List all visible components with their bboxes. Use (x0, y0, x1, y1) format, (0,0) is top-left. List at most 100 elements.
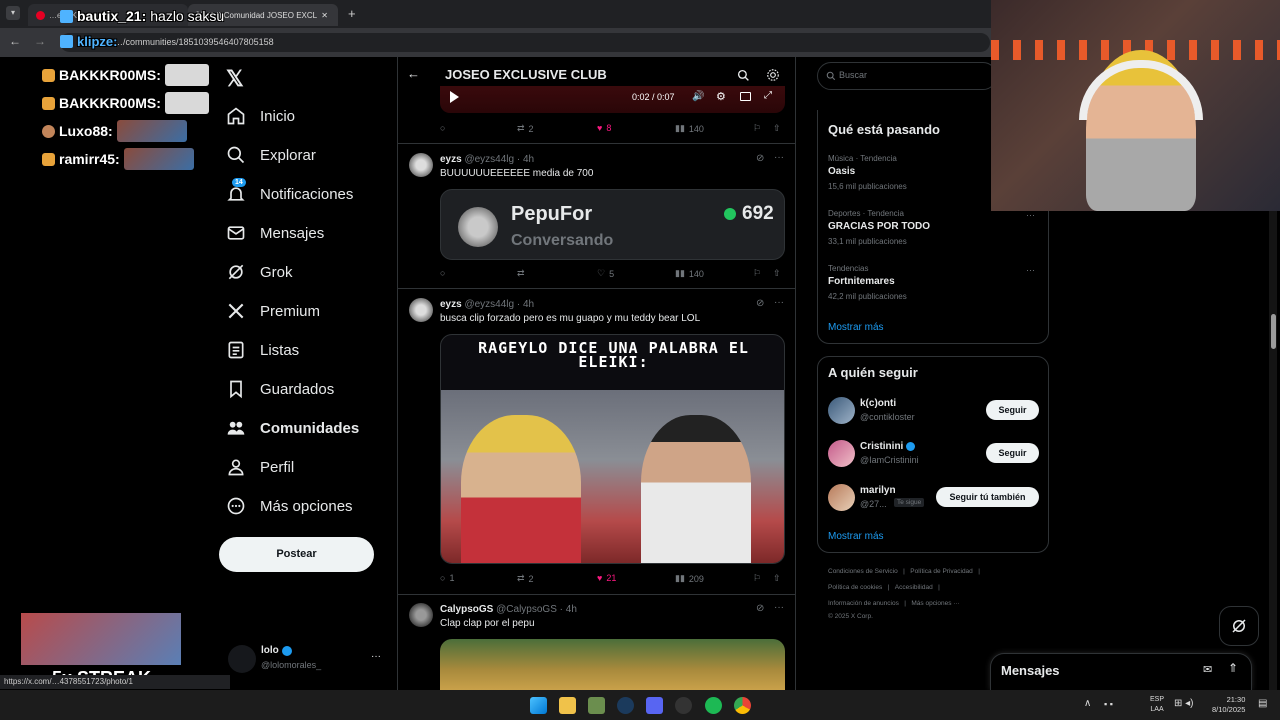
views-action[interactable]: ▮▮ 140 (675, 123, 704, 134)
volume-icon[interactable]: 🔊 (692, 91, 704, 102)
windows-start-icon[interactable] (530, 697, 547, 714)
x-logo-icon[interactable]: 𝕏 (226, 66, 244, 92)
tweet-media-image[interactable] (440, 639, 785, 690)
trend-name[interactable]: Fortnitemares (828, 276, 895, 287)
tweet-author[interactable]: eyzs @eyzs44lg · 4h (440, 154, 534, 165)
app-icon[interactable] (588, 697, 605, 714)
footer-link[interactable]: Más opciones ··· (911, 600, 959, 607)
follow-button[interactable]: Seguir tú también (936, 487, 1039, 507)
footer-link[interactable]: Política de cookies (828, 584, 882, 591)
share-action[interactable]: ⇧ (773, 268, 781, 279)
follow-avatar[interactable] (828, 440, 855, 467)
system-tray-status[interactable]: ⊞ ◂) (1174, 698, 1194, 709)
sidebar-item-listas[interactable]: Listas (226, 340, 299, 360)
follow-name[interactable]: Cristinini (860, 441, 916, 452)
fullscreen-icon[interactable]: ⤢ (764, 90, 772, 101)
views-action[interactable]: ▮▮ 209 (675, 573, 704, 584)
sidebar-item-perfil[interactable]: Perfil (226, 457, 294, 477)
footer-link[interactable]: Información de anuncios (828, 600, 899, 607)
sidebar-item-premium[interactable]: Premium (226, 301, 320, 321)
sidebar-item-mas-opciones[interactable]: Más opciones (226, 496, 353, 516)
steam-icon[interactable] (617, 697, 634, 714)
bookmark-action[interactable]: ⚐ (753, 123, 761, 134)
more-icon[interactable]: ··· (774, 602, 784, 613)
reply-action[interactable]: ○ (440, 268, 449, 278)
follow-name[interactable]: k(c)onti (860, 398, 896, 409)
follow-name[interactable]: marilyn (860, 485, 896, 496)
tray-icons[interactable]: ▪ ▪ (1104, 699, 1144, 711)
follow-avatar[interactable] (828, 397, 855, 424)
file-explorer-icon[interactable] (559, 697, 576, 714)
post-button[interactable]: Postear (219, 537, 374, 572)
like-action[interactable]: ♡ 5 (597, 268, 614, 279)
account-avatar[interactable] (228, 645, 256, 673)
grok-floating-button[interactable] (1219, 606, 1259, 646)
play-icon[interactable] (450, 91, 459, 103)
follow-button[interactable]: Seguir (986, 443, 1039, 463)
close-tab-icon[interactable]: ✕ (321, 11, 328, 20)
notification-icon[interactable]: ▤ (1258, 698, 1267, 709)
follow-avatar[interactable] (828, 484, 855, 511)
footer-link[interactable]: Accesibilidad (895, 584, 933, 591)
scrollbar-thumb[interactable] (1271, 314, 1276, 349)
grok-icon[interactable]: ⊘ (756, 298, 764, 309)
back-arrow-icon[interactable]: ← (407, 66, 420, 81)
tweet-avatar[interactable] (409, 298, 433, 322)
footer-link[interactable]: Política de Privacidad (910, 568, 973, 575)
tweet-media-image[interactable]: RAGEYLO DICE UNA PALABRA EL ELEIKI: (440, 334, 785, 564)
retweet-action[interactable]: ⇄ 2 (517, 573, 534, 584)
more-icon[interactable]: ··· (1026, 210, 1035, 220)
footer-link[interactable]: Condiciones de Servicio (828, 568, 898, 575)
trend-name[interactable]: GRACIAS POR TODO (828, 221, 930, 232)
trend-name[interactable]: Oasis (828, 166, 855, 177)
sidebar-item-comunidades[interactable]: Comunidades (226, 418, 359, 438)
gear-icon[interactable] (766, 68, 780, 82)
show-more-link[interactable]: Mostrar más (828, 531, 884, 542)
tweet-avatar[interactable] (409, 603, 433, 627)
tray-chevron-icon[interactable]: ∧ (1084, 698, 1091, 709)
expand-up-icon[interactable]: ⇑ (1228, 661, 1238, 675)
tweet-author[interactable]: CalypsoGS @CalypsoGS · 4h (440, 604, 577, 615)
sidebar-item-grok[interactable]: Grok (226, 262, 293, 282)
forward-arrow-icon[interactable]: → (34, 34, 46, 48)
video-player[interactable] (440, 86, 785, 113)
obs-icon[interactable] (675, 697, 692, 714)
pip-icon[interactable] (740, 92, 751, 101)
sidebar-item-inicio[interactable]: Inicio (226, 106, 295, 126)
back-arrow-icon[interactable]: ← (9, 34, 21, 48)
account-more-icon[interactable]: ··· (371, 651, 381, 662)
tweet-author[interactable]: eyzs @eyzs44lg · 4h (440, 299, 534, 310)
retweet-action[interactable]: ⇄ (517, 268, 529, 279)
show-more-link[interactable]: Mostrar más (828, 322, 884, 333)
settings-icon[interactable]: ⚙ (716, 90, 726, 103)
bookmark-action[interactable]: ⚐ (753, 268, 761, 279)
new-tab-button[interactable]: + (348, 6, 356, 21)
sidebar-item-notificaciones[interactable]: 14 Notificaciones (226, 178, 353, 204)
like-action[interactable]: ♥ 21 (597, 573, 616, 583)
more-icon[interactable]: ··· (1026, 265, 1035, 275)
reply-action[interactable]: ○ (440, 123, 449, 133)
search-icon[interactable] (737, 69, 750, 82)
chrome-icon[interactable] (734, 697, 751, 714)
reply-action[interactable]: ○ 1 (440, 573, 454, 583)
language-indicator[interactable]: ESP LAA (1150, 695, 1164, 715)
sidebar-item-guardados[interactable]: Guardados (226, 379, 334, 399)
follow-button[interactable]: Seguir (986, 400, 1039, 420)
more-icon[interactable]: ··· (774, 152, 784, 163)
grok-icon[interactable]: ⊘ (756, 603, 764, 614)
like-action[interactable]: ♥ 8 (597, 123, 611, 133)
grok-icon[interactable]: ⊘ (756, 153, 764, 164)
more-icon[interactable]: ··· (774, 297, 784, 308)
retweet-action[interactable]: ⇄ 2 (517, 123, 534, 134)
discord-icon[interactable] (646, 697, 663, 714)
views-action[interactable]: ▮▮ 140 (675, 268, 704, 279)
url-field[interactable]: …/communities/1851039546407805158 (60, 33, 990, 52)
sidebar-item-mensajes[interactable]: Mensajes (226, 223, 324, 243)
new-message-icon[interactable]: ✉ (1203, 663, 1212, 676)
share-action[interactable]: ⇧ (773, 123, 781, 134)
spotify-icon[interactable] (705, 697, 722, 714)
tab-search-button[interactable]: ▾ (6, 6, 20, 20)
sidebar-item-explorar[interactable]: Explorar (226, 145, 316, 165)
share-action[interactable]: ⇧ (773, 573, 781, 584)
bookmark-action[interactable]: ⚐ (753, 573, 761, 584)
